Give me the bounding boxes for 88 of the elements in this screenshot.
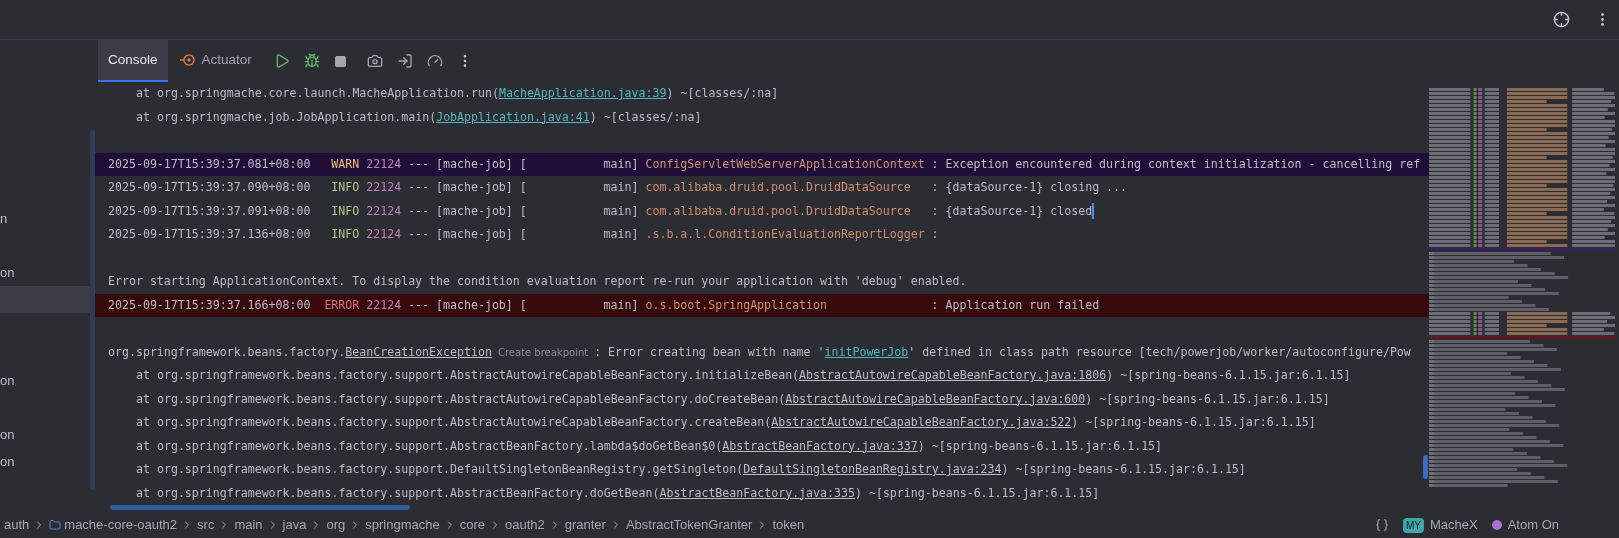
breadcrumb-item[interactable]: mache-core-oauth2 [64,515,178,535]
sidebar-item[interactable]: on [0,448,90,475]
exception-message: : Error creating bean with name 'initPowerJob' defined in class path resource [tech/powerjob/worker/autoconfigure/Pow [594,344,1411,359]
plugin-icon [1491,520,1502,530]
actuator-icon [179,53,196,67]
thread-info: --- [mache-job] [ main] [408,227,639,241]
source-link[interactable]: MacheApplication.java:39 [498,86,667,101]
breadcrumb-item[interactable]: granter [564,515,606,535]
stack-trace-line: at org.springmache.job.JobApplication.main(JobApplication.java:41) ~[classes/:na] [136,108,702,126]
logger-name: o.s.boot.SpringApplication [645,297,827,312]
process-id: 22124 [366,203,402,218]
debug-icon[interactable] [303,53,320,69]
vertical-scrollbar[interactable] [90,130,95,490]
breadcrumb-item[interactable]: org [326,515,346,535]
logger-name: .s.b.a.l.ConditionEvaluationReportLogger [645,227,925,241]
breadcrumb-item[interactable]: main [234,515,263,535]
process-id: 22124 [366,156,402,171]
breadcrumb-item[interactable]: java [282,515,307,535]
sidebar-item[interactable]: on [0,421,90,448]
text-cursor [1092,203,1095,219]
source-link[interactable]: DefaultSingletonBeanRegistry.java:234 [743,462,1002,477]
exception-class: org.springframework.beans.factory.BeanCreationException [108,344,492,359]
stack-trace-line: at org.springframework.beans.factory.support.DefaultSingletonBeanRegistry.getSingleton(DefaultSingletonBeanRegistry.java:234) ~[spring-beans-6.1.15.jar:6.1.15] [136,461,1246,479]
log-message: : {dataSource-1} closing ... [931,180,1128,194]
stack-trace-line: at org.springframework.beans.factory.support.AbstractAutowireCapableBeanFactory.doCreateBean(AbstractAutowireCapableBeanFactory.java:600) ~[spring-beans-6.1.15.jar:6.1.15] [136,390,1330,408]
source-link[interactable]: AbstractBeanFactory.java:337 [722,438,918,453]
camera-icon[interactable] [366,53,383,69]
console-message: Error starting ApplicationContext. To display the condition evaluation report re-run your application with 'debug' enabled. [108,273,967,291]
status-widget[interactable]: Atom On [1507,515,1559,535]
braces-icon[interactable] [1375,518,1389,532]
log-message: : Exception encountered during context initialization - cancelling ref [931,156,1421,171]
source-link[interactable]: AbstractAutowireCapableBeanFactory.java:522 [771,415,1072,430]
stop-icon[interactable] [333,54,347,68]
breadcrumb-item[interactable]: core [459,515,485,535]
log-timestamp: 2025-09-17T15:39:37.090+08:00 [108,180,311,194]
log-message: : [931,227,939,241]
breadcrumb-item[interactable]: src [197,515,215,535]
logger-name: ConfigServletWebServerApplicationContext [645,156,925,171]
status-widget[interactable]: MacheX [1430,515,1478,535]
create-breakpoint-hint[interactable]: Create breakpoint [497,346,589,358]
log-level: ERROR [324,297,360,312]
thread-info: --- [mache-job] [ main] [408,203,639,218]
process-id: 22124 [366,180,402,194]
enter-icon[interactable] [396,53,413,69]
log-level: INFO [331,180,360,194]
thread-info: --- [mache-job] [ main] [408,180,639,194]
breadcrumb-item[interactable]: AbstractTokenGranter [625,515,753,535]
breadcrumb-item[interactable]: oauth2 [504,515,545,535]
locate-icon[interactable] [1553,11,1570,28]
console-tab[interactable]: Console [98,40,168,82]
sidebar-item[interactable]: n [0,205,90,232]
breadcrumb-item[interactable]: springmache [365,515,440,535]
logger-name: com.alibaba.druid.pool.DruidDataSource [645,180,911,194]
log-level: WARN [331,156,360,171]
horizontal-scrollbar[interactable] [110,505,410,510]
source-link[interactable]: JobApplication.java:41 [436,109,590,124]
stack-trace-line: at org.springframework.beans.factory.support.AbstractAutowireCapableBeanFactory.createBean(AbstractAutowireCapableBeanFactory.java:522) ~[spring-beans-6.1.15.jar:6.1.15] [136,414,1316,432]
process-id: 22124 [366,227,402,241]
exception-link[interactable]: BeanCreationException [345,344,492,359]
stack-trace-line: at org.springframework.beans.factory.support.AbstractBeanFactory.lambda$doGetBean$0(AbstractBeanFactory.java:337) ~[spring-beans-6.1.15.jar:6.1.15] [136,437,1163,455]
sidebar-item[interactable]: on [0,367,90,394]
source-link[interactable]: AbstractBeanFactory.java:335 [659,485,855,500]
stack-trace-line: at org.springframework.beans.factory.support.AbstractBeanFactory.doGetBean(AbstractBeanFactory.java:335) ~[spring-beans-6.1.15.jar:6.1.15] [136,484,1100,502]
log-message: : Application run failed [931,297,1100,312]
log-level: INFO [331,203,360,218]
module-icon [49,519,62,531]
thread-info: --- [mache-job] [ main] [408,156,639,171]
log-message: : {dataSource-1} closed [931,203,1093,218]
stack-trace-line: at org.springframework.beans.factory.support.AbstractAutowireCapableBeanFactory.initializeBean(AbstractAutowireCapableBeanFactory.java:1806) ~[spring-beans-6.1.15.jar:6.1.15] [136,367,1351,385]
thread-info: --- [mache-job] [ main] [408,297,639,312]
log-timestamp: 2025-09-17T15:39:37.166+08:00 [108,297,311,312]
gauge-icon[interactable] [426,53,443,69]
sidebar-item[interactable]: on [0,259,90,286]
logger-name: com.alibaba.druid.pool.DruidDataSource [645,203,911,218]
stack-trace-line: at org.springmache.core.launch.MacheApplication.run(MacheApplication.java:39) ~[classes/:na] [136,85,779,103]
log-level: INFO [331,227,360,241]
process-id: 22124 [366,297,402,312]
breadcrumb-item[interactable]: auth [4,515,30,535]
breadcrumb-item[interactable]: token [772,515,805,535]
console-tab[interactable]: Actuator [169,40,262,82]
log-timestamp: 2025-09-17T15:39:37.091+08:00 [108,203,311,218]
bean-link[interactable]: initPowerJob [824,344,909,359]
log-timestamp: 2025-09-17T15:39:37.136+08:00 [108,227,311,241]
source-link[interactable]: AbstractAutowireCapableBeanFactory.java:600 [785,391,1086,406]
plugin-badge: MY [1403,517,1424,533]
log-timestamp: 2025-09-17T15:39:37.081+08:00 [108,156,311,171]
scroll-marker [1423,455,1428,479]
source-link[interactable]: AbstractAutowireCapableBeanFactory.java:1806 [799,368,1107,383]
